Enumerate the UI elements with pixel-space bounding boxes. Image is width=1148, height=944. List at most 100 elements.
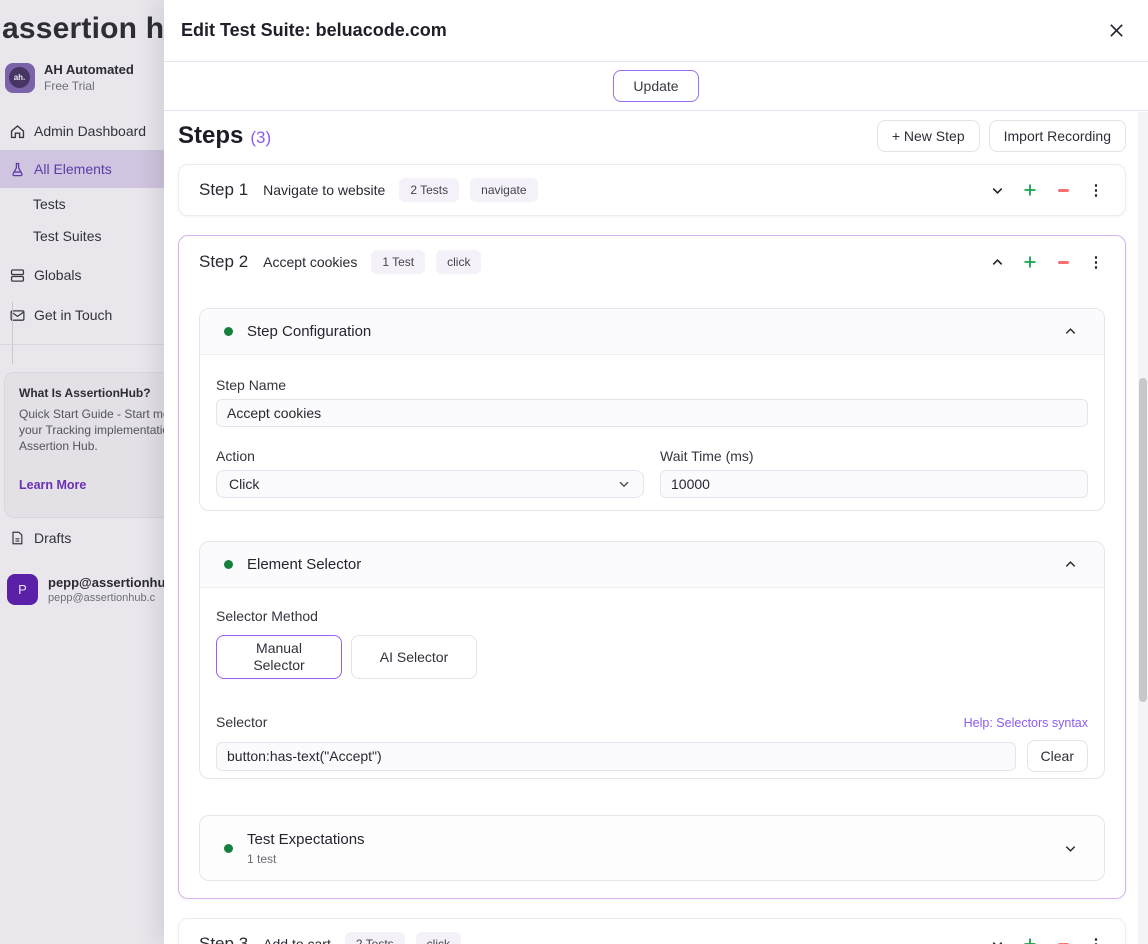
edit-test-suite-modal: Edit Test Suite: beluacode.com Update St… — [164, 0, 1148, 944]
step-configuration-section: Step Configuration Step Name Action — [199, 308, 1105, 511]
step-2-body: Step Configuration Step Name Action — [179, 288, 1125, 898]
step-card-3: Step 3 Add to cart 2 Tests click ⋮ — [178, 918, 1126, 944]
steps-title: Steps — [178, 122, 243, 150]
step-number: Step 2 — [199, 252, 248, 272]
step-configuration-body: Step Name Action Click — [200, 355, 1104, 510]
modal-title: Edit Test Suite: beluacode.com — [181, 20, 447, 41]
chevron-down-icon[interactable] — [988, 181, 1006, 199]
steps-actions: + New Step Import Recording — [877, 120, 1126, 152]
add-step-icon[interactable] — [1021, 181, 1039, 199]
section-title: Element Selector — [247, 556, 361, 573]
import-recording-button[interactable]: Import Recording — [989, 120, 1126, 152]
modal-actions-row: Update — [164, 62, 1148, 111]
step-card-2: Step 2 Accept cookies 1 Test click ⋮ — [178, 235, 1126, 899]
wait-time-label: Wait Time (ms) — [660, 448, 1088, 464]
update-button[interactable]: Update — [613, 70, 698, 102]
sidebar-item-label: Globals — [34, 267, 81, 283]
selectors-syntax-help-link[interactable]: Help: Selectors syntax — [964, 716, 1088, 730]
action-type-badge: navigate — [470, 178, 537, 202]
action-select[interactable]: Click — [216, 470, 644, 498]
step-1-header[interactable]: Step 1 Navigate to website 2 Tests navig… — [179, 165, 1125, 215]
workspace-plan-badge: Free Trial — [44, 79, 134, 93]
step-name: Add to cart — [263, 936, 331, 944]
step-name-label: Step Name — [216, 377, 1088, 393]
sidebar-item-label: Tests — [33, 196, 66, 212]
step-name-input[interactable] — [216, 399, 1088, 427]
remove-step-icon[interactable] — [1054, 181, 1072, 199]
sidebar-item-label: Test Suites — [33, 228, 101, 244]
action-type-badge: click — [436, 250, 481, 274]
chevron-up-icon[interactable] — [1063, 557, 1078, 572]
clear-selector-button[interactable]: Clear — [1027, 740, 1088, 772]
chevron-down-icon[interactable] — [988, 935, 1006, 944]
step-name: Navigate to website — [263, 182, 385, 198]
sidebar-item-drafts[interactable]: Drafts — [8, 529, 71, 547]
status-dot — [224, 560, 233, 569]
chevron-down-icon[interactable] — [1063, 841, 1078, 856]
workspace-switcher[interactable]: ah. AH Automated Free Trial — [5, 62, 134, 93]
user-menu[interactable]: P pepp@assertionhu pepp@assertionhub.c — [7, 574, 165, 605]
selector-label: Selector — [216, 714, 267, 730]
step-menu-icon[interactable]: ⋮ — [1087, 181, 1105, 199]
section-title: Test Expectations — [247, 831, 365, 848]
step-2-header[interactable]: Step 2 Accept cookies 1 Test click ⋮ — [179, 236, 1125, 288]
workspace-name: AH Automated — [44, 62, 134, 77]
element-selector-body: Selector Method Manual Selector AI Selec… — [200, 588, 1104, 778]
action-type-badge: click — [416, 932, 461, 944]
close-icon[interactable] — [1104, 19, 1128, 43]
element-selector-header[interactable]: Element Selector — [200, 542, 1104, 588]
nav-sub-rail — [12, 302, 13, 364]
step-3-header[interactable]: Step 3 Add to cart 2 Tests click ⋮ — [179, 919, 1125, 944]
home-icon — [8, 122, 26, 140]
chevron-down-icon — [617, 477, 631, 491]
element-selector-section: Element Selector Selector Method Manual … — [199, 541, 1105, 779]
modal-scrollbar[interactable] — [1138, 112, 1148, 944]
remove-step-icon[interactable] — [1054, 935, 1072, 944]
selector-method-toggle: Manual Selector AI Selector — [216, 635, 1088, 679]
remove-step-icon[interactable] — [1054, 253, 1072, 271]
manual-selector-button[interactable]: Manual Selector — [216, 635, 342, 679]
ai-selector-label: AI Selector — [380, 649, 448, 665]
tests-count-badge: 1 Test — [371, 250, 425, 274]
status-dot — [224, 327, 233, 336]
steps-header: Steps (3) + New Step Import Recording — [178, 120, 1126, 151]
step-menu-icon[interactable]: ⋮ — [1087, 253, 1105, 271]
add-step-icon[interactable] — [1021, 935, 1039, 944]
workspace-avatar: ah. — [5, 63, 35, 93]
step-controls: ⋮ — [988, 253, 1105, 271]
step-number: Step 1 — [199, 180, 248, 200]
step-controls: ⋮ — [988, 935, 1105, 944]
sidebar-item-label: Admin Dashboard — [34, 123, 146, 139]
chevron-up-icon[interactable] — [988, 253, 1006, 271]
step-controls: ⋮ — [988, 181, 1105, 199]
tests-count-badge: 2 Tests — [345, 932, 405, 944]
step-card-1: Step 1 Navigate to website 2 Tests navig… — [178, 164, 1126, 216]
selector-input[interactable] — [216, 742, 1016, 771]
manual-selector-label: Manual Selector — [247, 640, 311, 674]
wait-time-input[interactable] — [660, 470, 1088, 498]
selector-label-row: Selector Help: Selectors syntax — [216, 714, 1088, 730]
new-step-button[interactable]: + New Step — [877, 120, 980, 152]
modal-header: Edit Test Suite: beluacode.com — [164, 0, 1148, 62]
mail-icon — [8, 306, 26, 324]
user-email: pepp@assertionhub.c — [48, 592, 165, 604]
ai-selector-button[interactable]: AI Selector — [351, 635, 477, 679]
selector-input-row: Clear — [216, 740, 1088, 772]
test-expectations-header[interactable]: Test Expectations 1 test — [200, 816, 1104, 880]
flask-icon — [8, 160, 26, 178]
sidebar-item-label: Get in Touch — [34, 307, 112, 323]
status-dot — [224, 844, 233, 853]
add-step-icon[interactable] — [1021, 253, 1039, 271]
modal-content: Steps (3) + New Step Import Recording St… — [164, 111, 1148, 944]
selector-method-label: Selector Method — [216, 608, 1088, 624]
action-selected-value: Click — [229, 476, 259, 492]
user-name: pepp@assertionhu — [48, 575, 165, 590]
step-configuration-header[interactable]: Step Configuration — [200, 309, 1104, 355]
test-expectations-count: 1 test — [247, 852, 365, 866]
chevron-up-icon[interactable] — [1063, 324, 1078, 339]
steps-count: (3) — [250, 128, 271, 148]
document-icon — [8, 529, 26, 547]
step-number: Step 3 — [199, 934, 248, 944]
step-menu-icon[interactable]: ⋮ — [1087, 935, 1105, 944]
scrollbar-thumb[interactable] — [1139, 378, 1147, 702]
